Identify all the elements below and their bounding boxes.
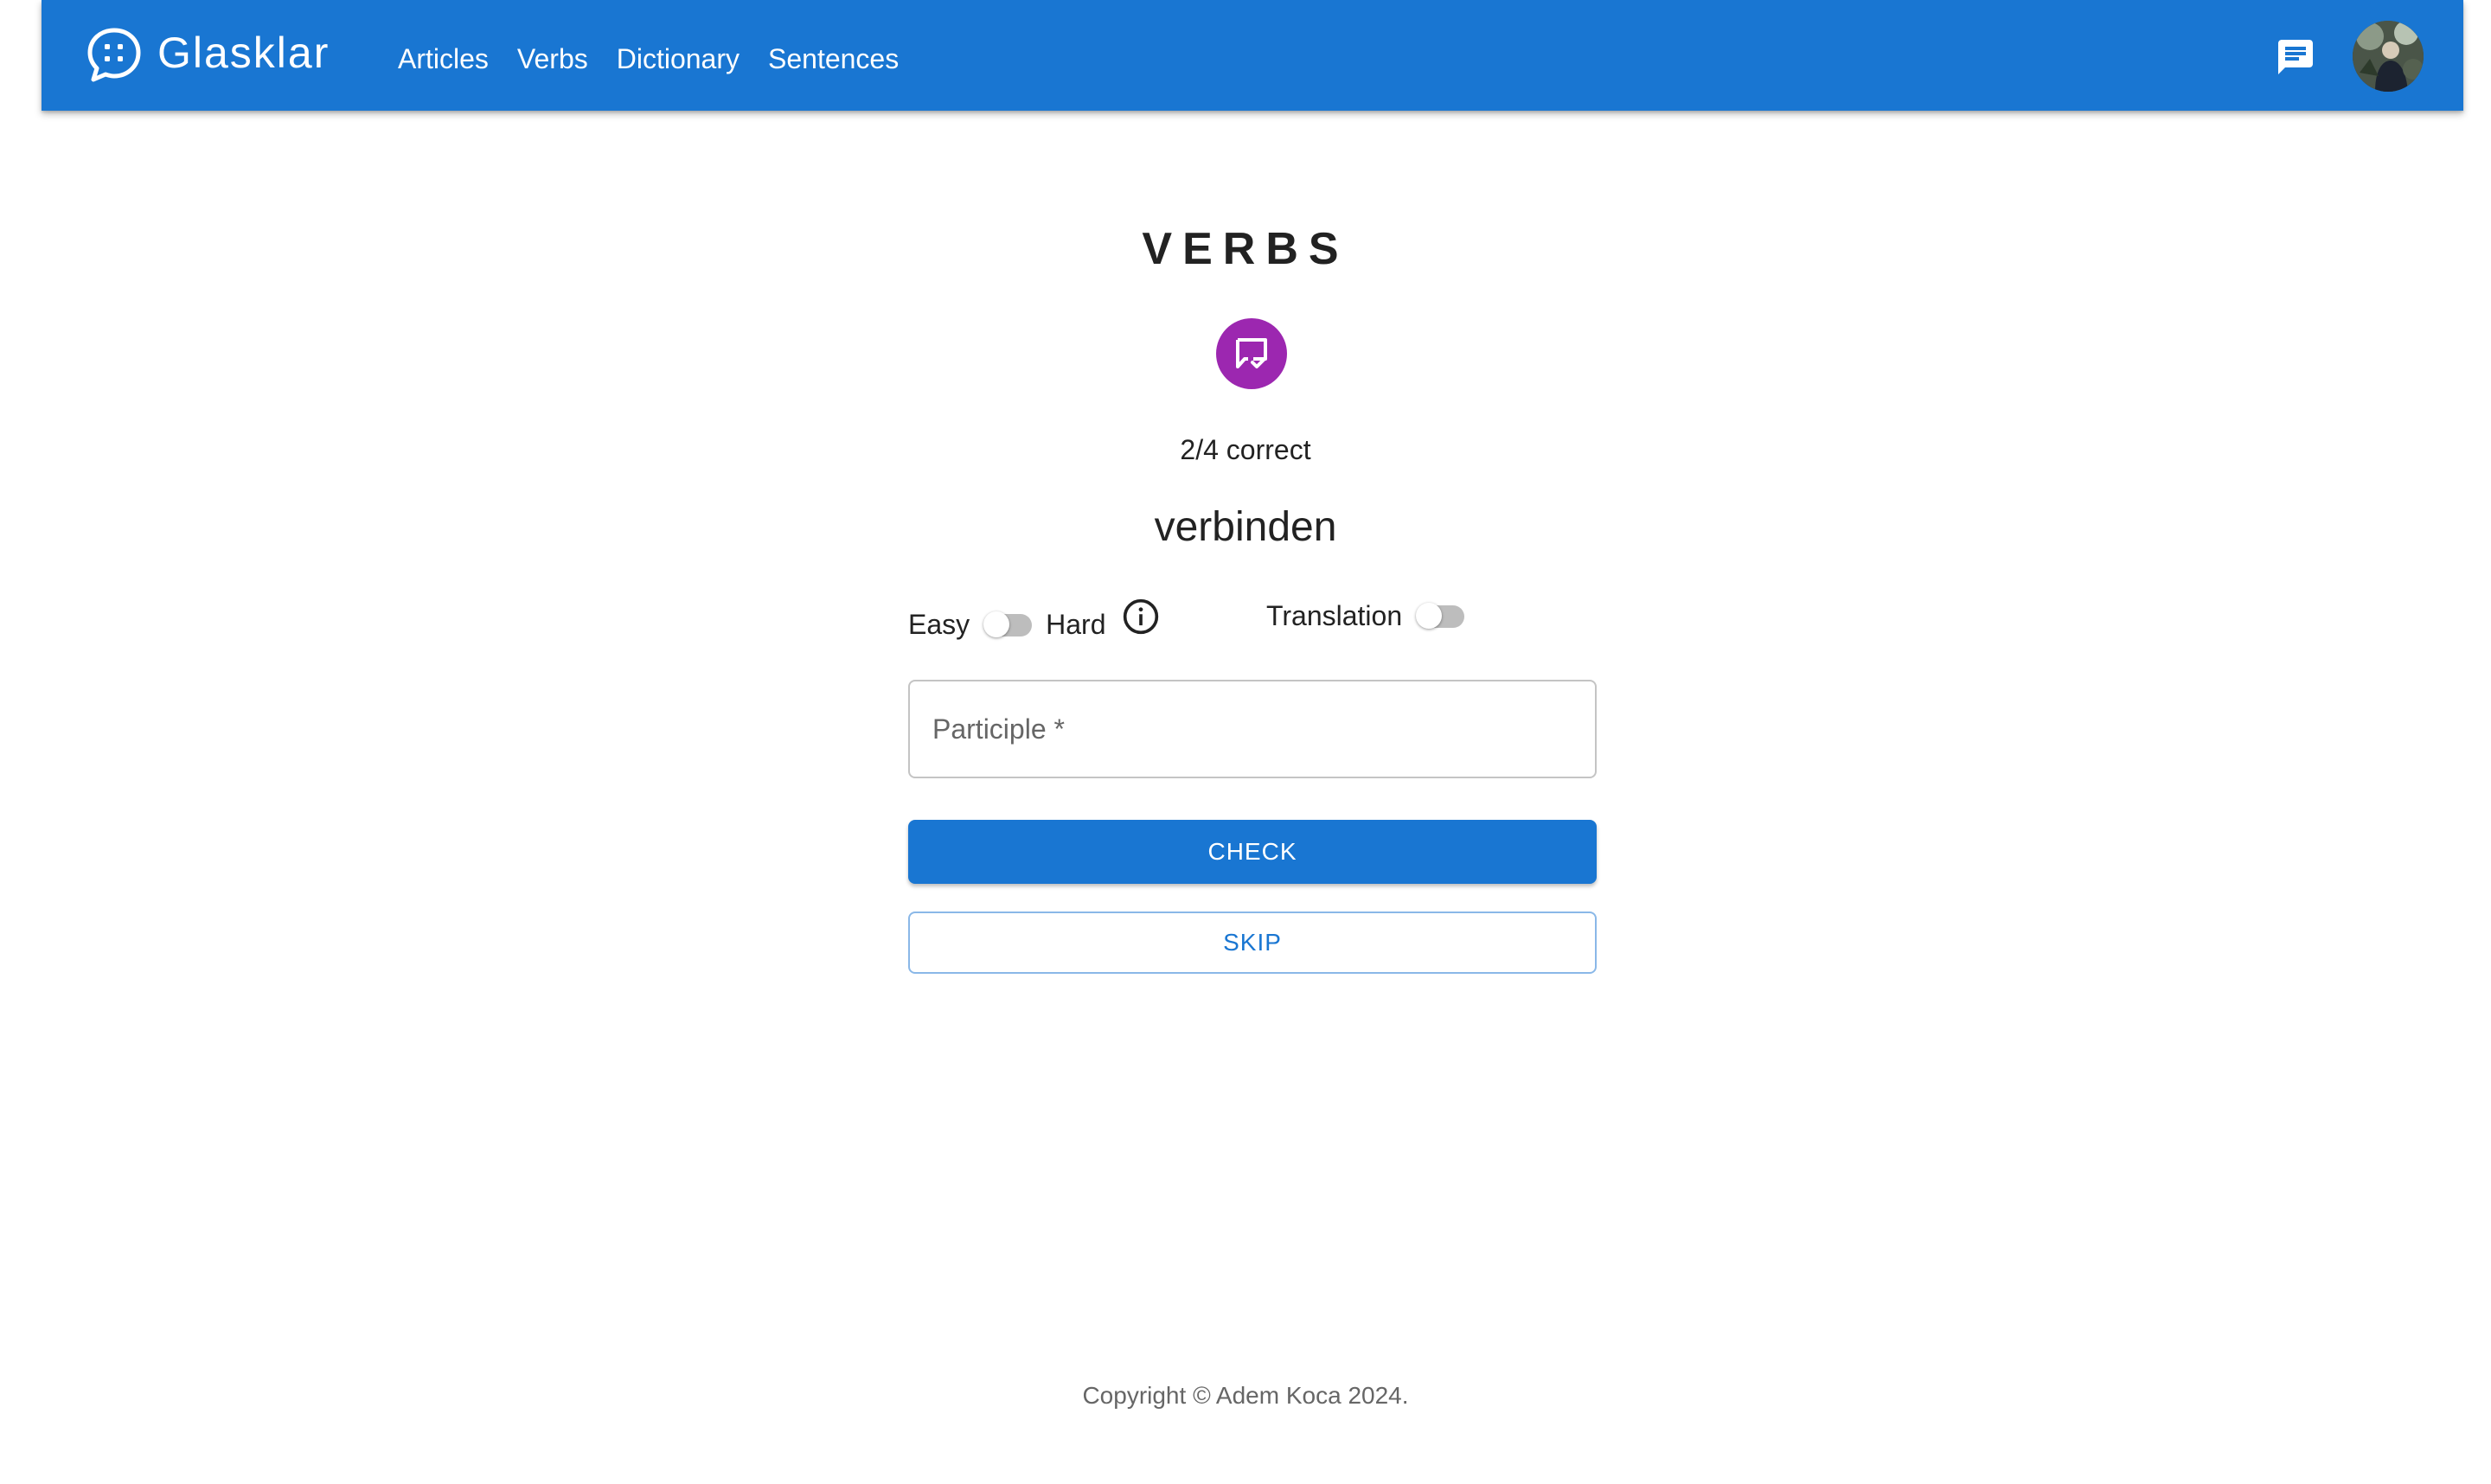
difficulty-row: Easy Hard — [908, 597, 1160, 645]
participle-field — [908, 680, 1597, 778]
user-avatar[interactable] — [2353, 21, 2424, 92]
hard-label: Hard — [1046, 608, 1106, 640]
current-verb: verbinden — [1154, 504, 1337, 550]
nav-dictionary[interactable]: Dictionary — [617, 42, 740, 76]
score-text: 2/4 correct — [1180, 434, 1311, 465]
avatar-photo-icon — [2353, 21, 2424, 92]
main-nav: Articles Verbs Dictionary Sentences — [398, 42, 927, 76]
translation-row: Translation — [1266, 592, 1478, 640]
difficulty-toggle[interactable] — [983, 611, 1033, 637]
app-bar: Glasklar Articles Verbs Dictionary Sente… — [42, 0, 2463, 111]
toggle-thumb — [983, 611, 1010, 637]
translation-toggle[interactable] — [1416, 603, 1465, 629]
message-check-icon — [1236, 338, 1267, 368]
quiz-badge — [1216, 318, 1287, 389]
message-icon[interactable] — [2275, 36, 2316, 78]
participle-input[interactable] — [932, 681, 1572, 777]
nav-articles[interactable]: Articles — [398, 42, 489, 76]
brand-name: Glasklar — [157, 29, 330, 77]
copyright-footer: Copyright © Adem Koca 2024. — [1082, 1382, 1409, 1409]
page-title: VERBS — [1142, 224, 1349, 274]
check-button[interactable]: CHECK — [908, 820, 1597, 884]
brand-logo[interactable]: Glasklar — [85, 26, 330, 85]
skip-button[interactable]: SKIP — [908, 912, 1597, 974]
easy-label: Easy — [908, 608, 970, 640]
translation-label: Translation — [1266, 599, 1403, 631]
info-icon[interactable] — [1122, 598, 1160, 636]
nav-sentences[interactable]: Sentences — [768, 42, 899, 76]
chat-bubble-dots-icon — [87, 28, 141, 82]
toggle-thumb — [1416, 603, 1443, 629]
nav-verbs[interactable]: Verbs — [517, 42, 588, 76]
